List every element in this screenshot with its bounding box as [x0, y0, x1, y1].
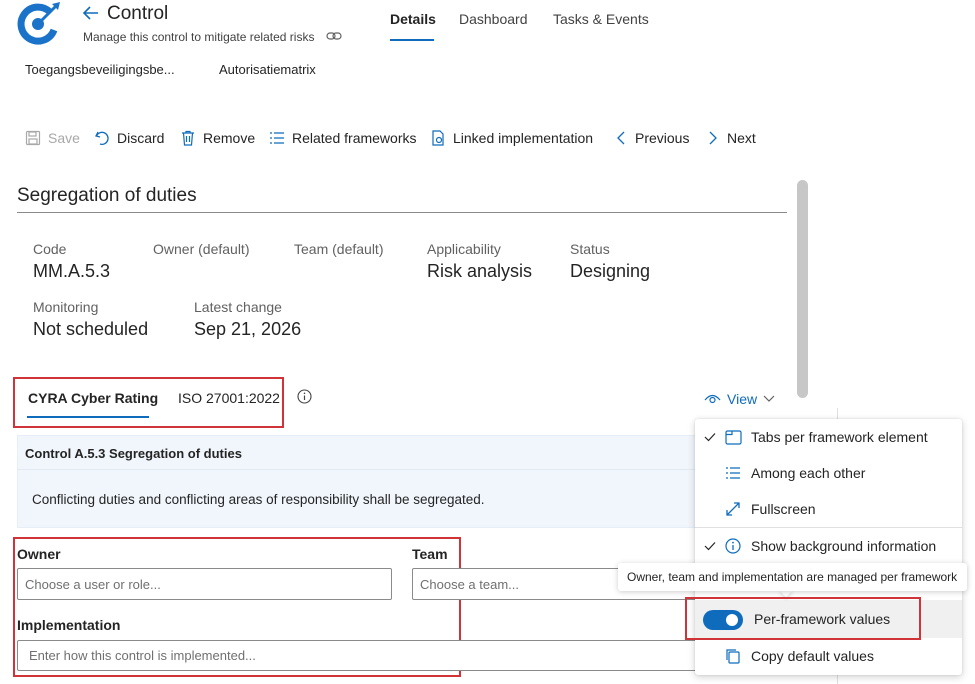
undo-icon	[94, 130, 110, 146]
status-label: Status	[570, 241, 610, 257]
list-icon	[269, 130, 285, 146]
save-button[interactable]: Save	[25, 128, 80, 148]
control-card-title: Control A.5.3 Segregation of duties	[25, 446, 242, 461]
applicability-value: Risk analysis	[427, 261, 533, 281]
tab-dashboard[interactable]: Dashboard	[459, 11, 528, 27]
next-button[interactable]: Next	[706, 128, 756, 148]
menu-item-among-each-other[interactable]: Among each other	[695, 455, 962, 491]
chevron-left-icon	[614, 130, 628, 146]
latest-change-value: Sep 21, 2026	[194, 319, 302, 339]
menu-divider	[695, 527, 962, 528]
code-value: MM.A.5.3	[33, 261, 111, 281]
expand-icon	[725, 501, 751, 517]
owner-input[interactable]: Choose a user or role...	[17, 568, 392, 600]
monitoring-link[interactable]: Not scheduled	[33, 319, 148, 340]
tab-active-indicator	[390, 39, 434, 41]
tab-details[interactable]: Details	[390, 11, 436, 27]
remove-button[interactable]: Remove	[180, 128, 255, 148]
applicability-label: Applicability	[427, 241, 501, 257]
page-title: Control	[107, 3, 169, 24]
owner-default-label: Owner (default)	[153, 241, 250, 257]
list-icon	[725, 466, 751, 480]
latest-change-label: Latest change	[194, 299, 282, 315]
linked-implementation-label: Linked implementation	[453, 130, 594, 146]
page-subtitle: Manage this control to mitigate related …	[83, 30, 315, 44]
tab-iso-27001[interactable]: ISO 27001:2022	[178, 390, 280, 406]
discard-button[interactable]: Discard	[94, 128, 164, 148]
chevron-down-icon	[763, 395, 775, 403]
menu-item-show-background-information[interactable]: Show background information	[695, 528, 962, 564]
related-frameworks-label: Related frameworks	[292, 130, 417, 146]
previous-button[interactable]: Previous	[614, 128, 689, 148]
team-default-label: Team (default)	[294, 241, 384, 257]
tab-cyra-cyber-rating[interactable]: CYRA Cyber Rating	[28, 390, 158, 406]
section-title: Segregation of duties	[17, 185, 197, 206]
tabs-icon	[725, 429, 751, 445]
control-card-description: Conflicting duties and conflicting areas…	[32, 492, 485, 507]
section-divider	[17, 212, 787, 213]
info-icon[interactable]	[297, 389, 312, 404]
discard-label: Discard	[117, 130, 165, 146]
breadcrumb-item[interactable]: Toegangsbeveiligingsbe...	[25, 62, 175, 77]
save-label: Save	[48, 130, 80, 146]
checkmark-icon	[695, 541, 725, 551]
related-frameworks-button[interactable]: Related frameworks	[269, 128, 417, 148]
checkmark-icon	[695, 432, 725, 442]
trash-icon	[180, 130, 196, 146]
link-icon[interactable]	[326, 29, 342, 43]
tab-active-indicator	[27, 416, 149, 418]
next-label: Next	[727, 130, 756, 146]
save-icon	[25, 130, 41, 146]
code-label: Code	[33, 241, 67, 257]
implementation-input[interactable]: Enter how this control is implemented...	[17, 640, 707, 671]
copy-icon	[725, 648, 751, 664]
back-arrow-icon[interactable]	[82, 4, 100, 22]
menu-item-tabs-per-framework[interactable]: Tabs per framework element	[695, 419, 962, 455]
app-logo[interactable]	[16, 2, 64, 46]
owner-field-label: Owner	[17, 546, 61, 562]
menu-item-label: Copy default values	[751, 648, 874, 664]
info-icon	[725, 538, 751, 554]
linked-implementation-button[interactable]: Linked implementation	[430, 128, 593, 148]
toggle-knob	[726, 614, 738, 626]
eye-icon	[704, 393, 721, 405]
menu-item-label: Among each other	[751, 465, 866, 481]
menu-item-label: Tabs per framework element	[751, 429, 928, 445]
toggle-label: Per-framework values	[754, 611, 891, 627]
menu-item-copy-default-values[interactable]: Copy default values	[695, 638, 962, 674]
remove-label: Remove	[203, 130, 256, 146]
previous-label: Previous	[635, 130, 690, 146]
breadcrumb-item[interactable]: Autorisatiematrix	[219, 62, 316, 77]
tab-tasks-events[interactable]: Tasks & Events	[553, 11, 649, 27]
implementation-field-label: Implementation	[17, 617, 121, 633]
tooltip: Owner, team and implementation are manag…	[618, 563, 967, 591]
view-label: View	[727, 391, 758, 407]
view-dropdown-button[interactable]: View	[704, 391, 775, 407]
status-value: Designing	[570, 261, 651, 281]
monitoring-label: Monitoring	[33, 299, 99, 315]
team-field-label: Team	[412, 546, 448, 562]
menu-item-fullscreen[interactable]: Fullscreen	[695, 491, 962, 527]
chevron-right-icon	[706, 130, 720, 146]
menu-item-label: Show background information	[751, 538, 937, 554]
scrollbar-thumb[interactable]	[797, 180, 808, 398]
menu-item-label: Fullscreen	[751, 501, 816, 517]
document-link-icon	[430, 130, 446, 146]
